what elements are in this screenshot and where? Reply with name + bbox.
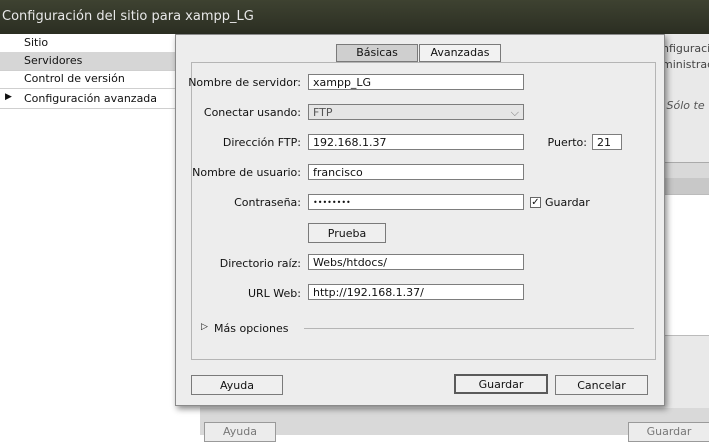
test-button[interactable]: Prueba [308, 223, 386, 243]
connect-using-label: Conectar usando: [203, 106, 301, 119]
save-button[interactable]: Guardar [454, 374, 548, 394]
sidebar: Sitio Servidores Control de versión ▶ Co… [0, 34, 200, 435]
help-button[interactable]: Ayuda [191, 375, 283, 395]
window-titlebar: Configuración del sitio para xampp_LG [0, 0, 709, 34]
background-save-button[interactable]: Guardar [628, 422, 709, 442]
background-help-button[interactable]: Ayuda [204, 422, 276, 442]
background-text: nfiguraci [662, 42, 709, 55]
web-url-input[interactable]: http://192.168.1.37/ [308, 284, 524, 300]
sidebar-item-label: Servidores [24, 54, 83, 67]
connect-using-value: FTP [313, 106, 333, 119]
expand-arrow-icon[interactable]: ▶ [5, 92, 12, 102]
save-password-checkbox[interactable]: ✓ [530, 197, 541, 208]
root-dir-label: Directorio raíz: [219, 257, 301, 270]
username-label: Nombre de usuario: [192, 166, 301, 179]
expand-arrow-icon: ▷ [201, 322, 208, 332]
server-name-label: Nombre de servidor: [188, 76, 301, 89]
tab-avanzadas[interactable]: Avanzadas [419, 44, 501, 62]
divider [304, 328, 634, 329]
window-title: Configuración del sitio para xampp_LG [2, 9, 254, 24]
tab-basicas[interactable]: Básicas [336, 44, 418, 62]
port-input[interactable]: 21 [592, 134, 622, 150]
web-url-label: URL Web: [247, 287, 301, 300]
more-options-label: Más opciones [214, 322, 289, 335]
sidebar-item-sitio[interactable]: Sitio [0, 34, 200, 53]
sidebar-item-servidores[interactable]: Servidores [0, 52, 200, 71]
chevron-down-icon: ⌵ [510, 106, 519, 119]
password-label: Contraseña: [234, 196, 301, 209]
ftp-address-label: Dirección FTP: [222, 136, 301, 149]
sidebar-item-label: Control de versión [24, 72, 125, 85]
cancel-button[interactable]: Cancelar [555, 375, 648, 395]
connect-using-select[interactable]: FTP ⌵ [308, 104, 524, 120]
server-name-input[interactable]: xampp_LG [308, 74, 524, 90]
root-dir-input[interactable]: Webs/htdocs/ [308, 254, 524, 270]
background-text: ministrac [662, 58, 709, 71]
password-input[interactable]: •••••••• [308, 194, 524, 210]
save-password-label: Guardar [545, 196, 590, 209]
port-label: Puerto: [547, 136, 587, 149]
sidebar-item-label: Sitio [24, 36, 49, 49]
username-input[interactable]: francisco [308, 164, 524, 180]
server-settings-dialog: Básicas Avanzadas Nombre de servidor: xa… [175, 34, 665, 406]
sidebar-item-label: Configuración avanzada [24, 92, 158, 105]
